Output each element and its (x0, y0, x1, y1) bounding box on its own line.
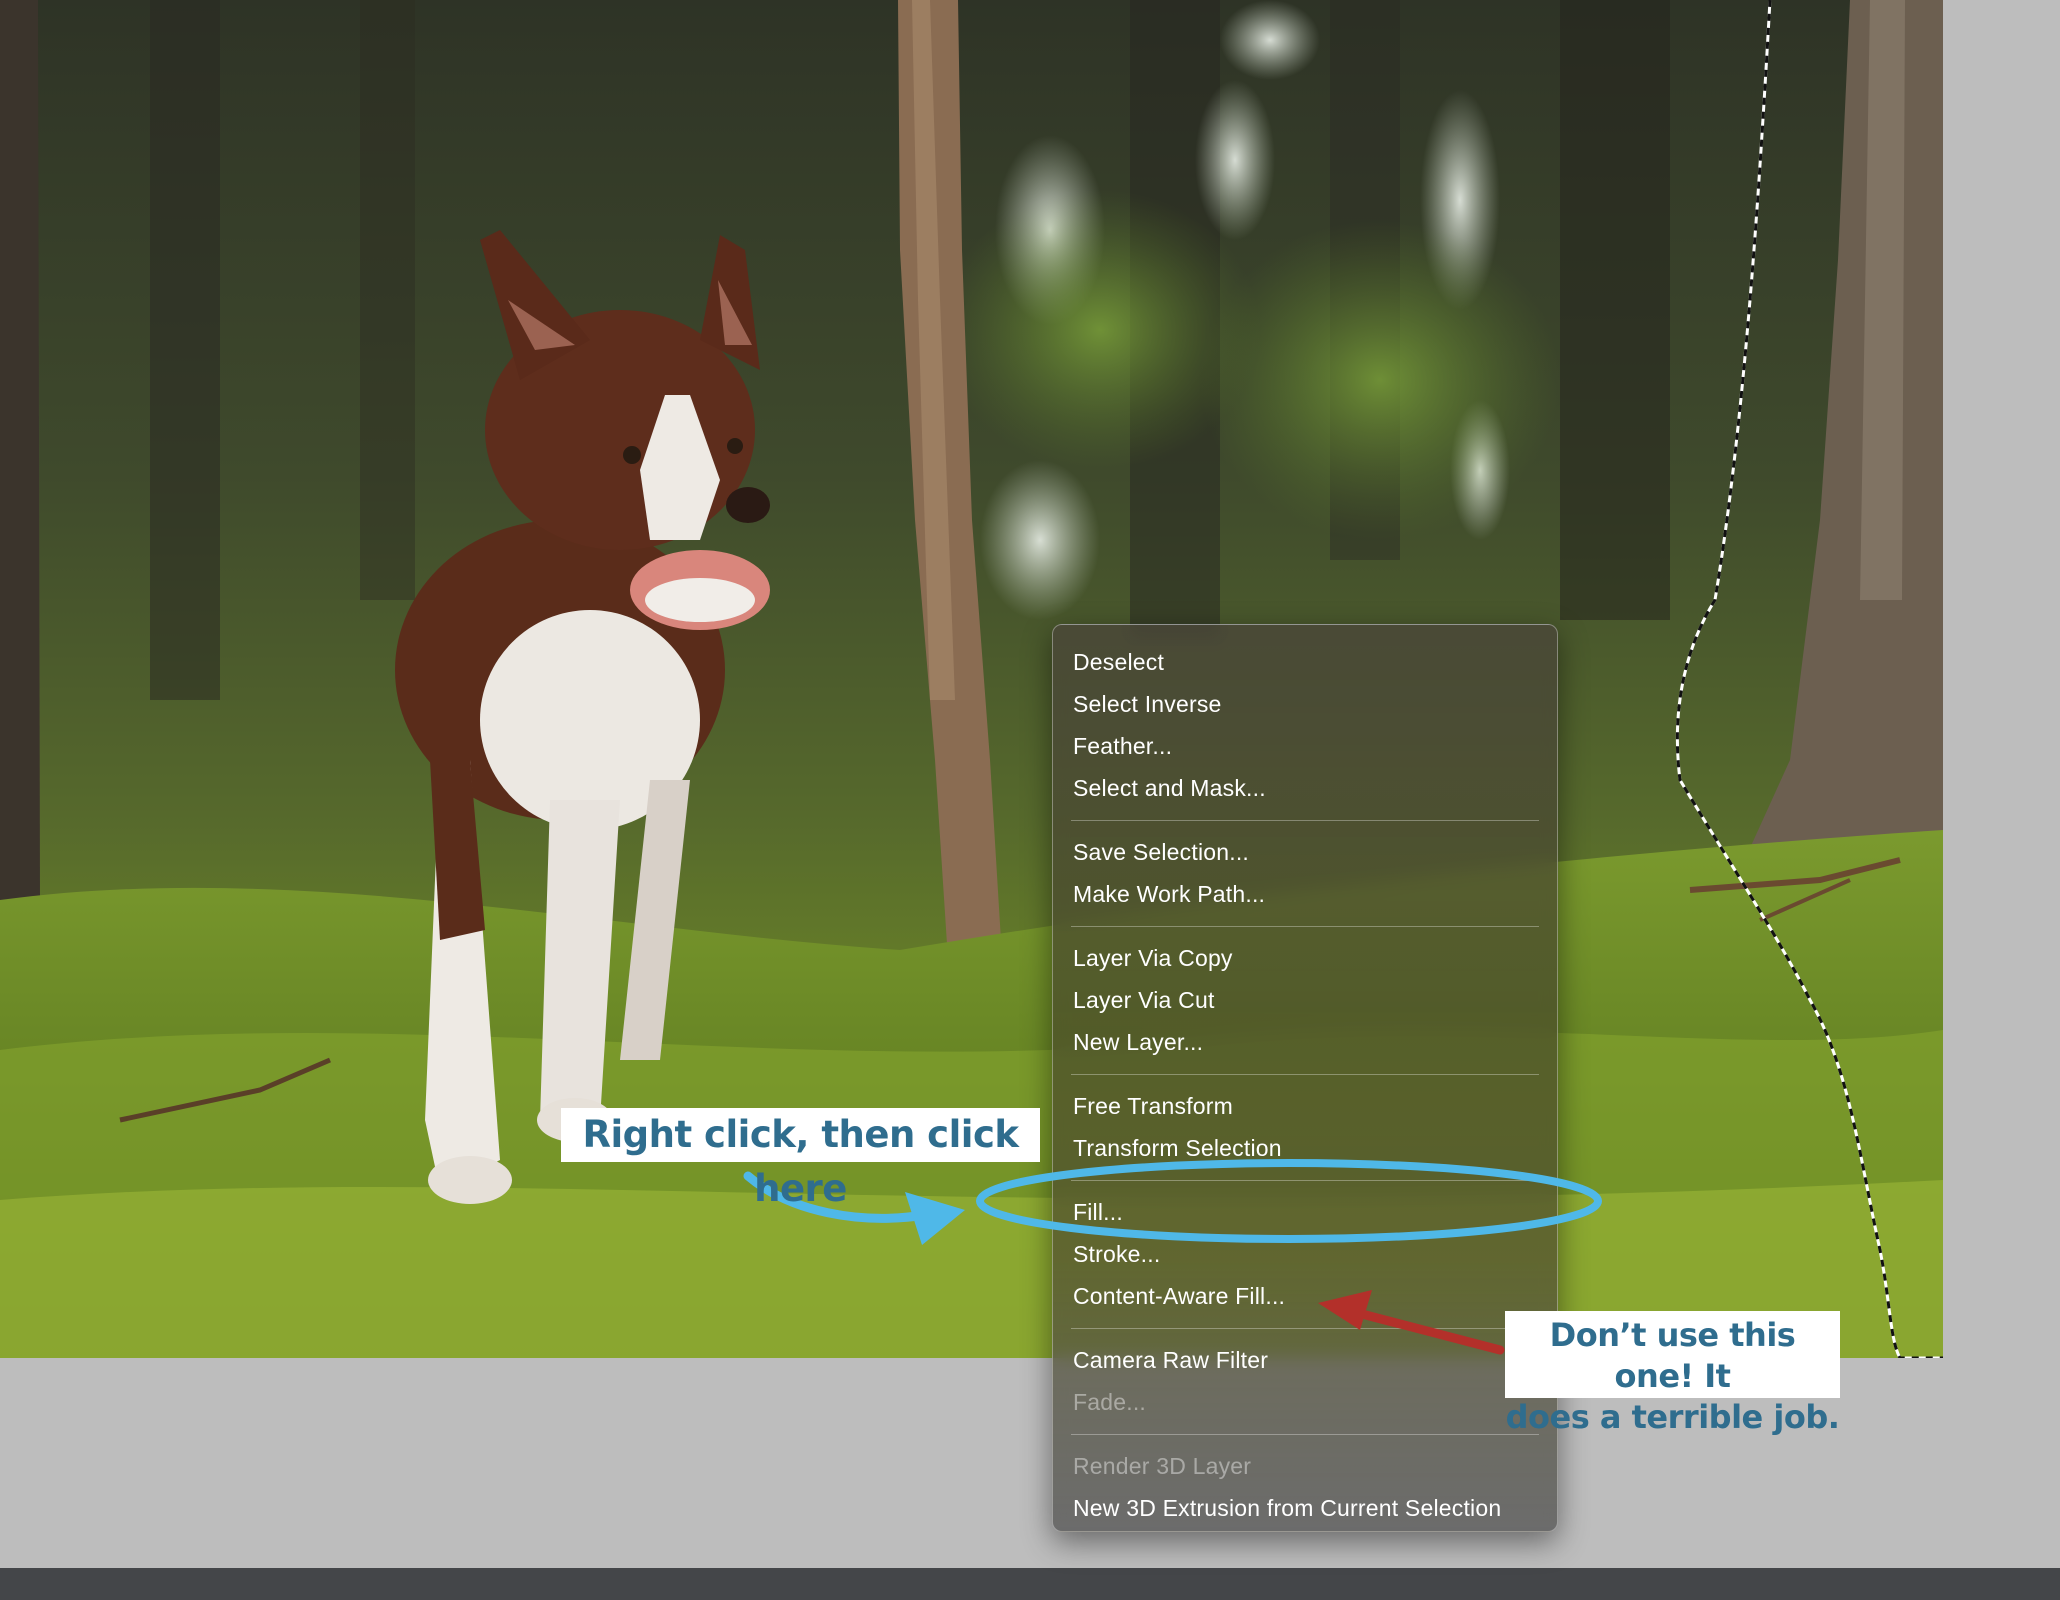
menu-item-select-and-mask[interactable]: Select and Mask... (1053, 767, 1557, 809)
status-bar (0, 1568, 2060, 1600)
menu-item-transform-selection[interactable]: Transform Selection (1053, 1127, 1557, 1169)
menu-separator (1071, 1328, 1539, 1329)
menu-item-new-3d-extrusion[interactable]: New 3D Extrusion from Current Selection (1053, 1487, 1557, 1529)
menu-item-layer-via-cut[interactable]: Layer Via Cut (1053, 979, 1557, 1021)
menu-item-save-selection[interactable]: Save Selection... (1053, 831, 1557, 873)
menu-separator (1071, 1074, 1539, 1075)
menu-item-deselect[interactable]: Deselect (1053, 641, 1557, 683)
menu-item-camera-raw-filter[interactable]: Camera Raw Filter (1053, 1339, 1557, 1381)
menu-item-render-3d-layer: Render 3D Layer (1073, 1453, 1252, 1479)
callout-warning-line2: does a terrible job. (1505, 1398, 1840, 1436)
menu-item-fill[interactable]: Fill... (1053, 1191, 1557, 1233)
menu-item-feather[interactable]: Feather... (1053, 725, 1557, 767)
menu-separator (1071, 926, 1539, 927)
menu-separator (1071, 1180, 1539, 1181)
menu-item-content-aware-fill[interactable]: Content-Aware Fill... (1053, 1275, 1557, 1317)
menu-item-fade: Fade... (1073, 1389, 1146, 1415)
menu-item-make-work-path[interactable]: Make Work Path... (1053, 873, 1557, 915)
callout-warning-line1: Don’t use this one! It (1549, 1316, 1796, 1395)
callout-right-click: Right click, then click here (561, 1108, 1040, 1210)
context-menu: Deselect Select Inverse Feather... Selec… (1052, 624, 1558, 1532)
callout-warning: Don’t use this one! It does a terrible j… (1505, 1311, 1840, 1436)
menu-item-new-layer[interactable]: New Layer... (1053, 1021, 1557, 1063)
menu-item-select-inverse[interactable]: Select Inverse (1053, 683, 1557, 725)
menu-separator (1071, 820, 1539, 821)
menu-item-stroke[interactable]: Stroke... (1053, 1233, 1557, 1275)
menu-item-free-transform[interactable]: Free Transform (1053, 1085, 1557, 1127)
menu-separator (1071, 1434, 1539, 1435)
menu-item-layer-via-copy[interactable]: Layer Via Copy (1053, 937, 1557, 979)
